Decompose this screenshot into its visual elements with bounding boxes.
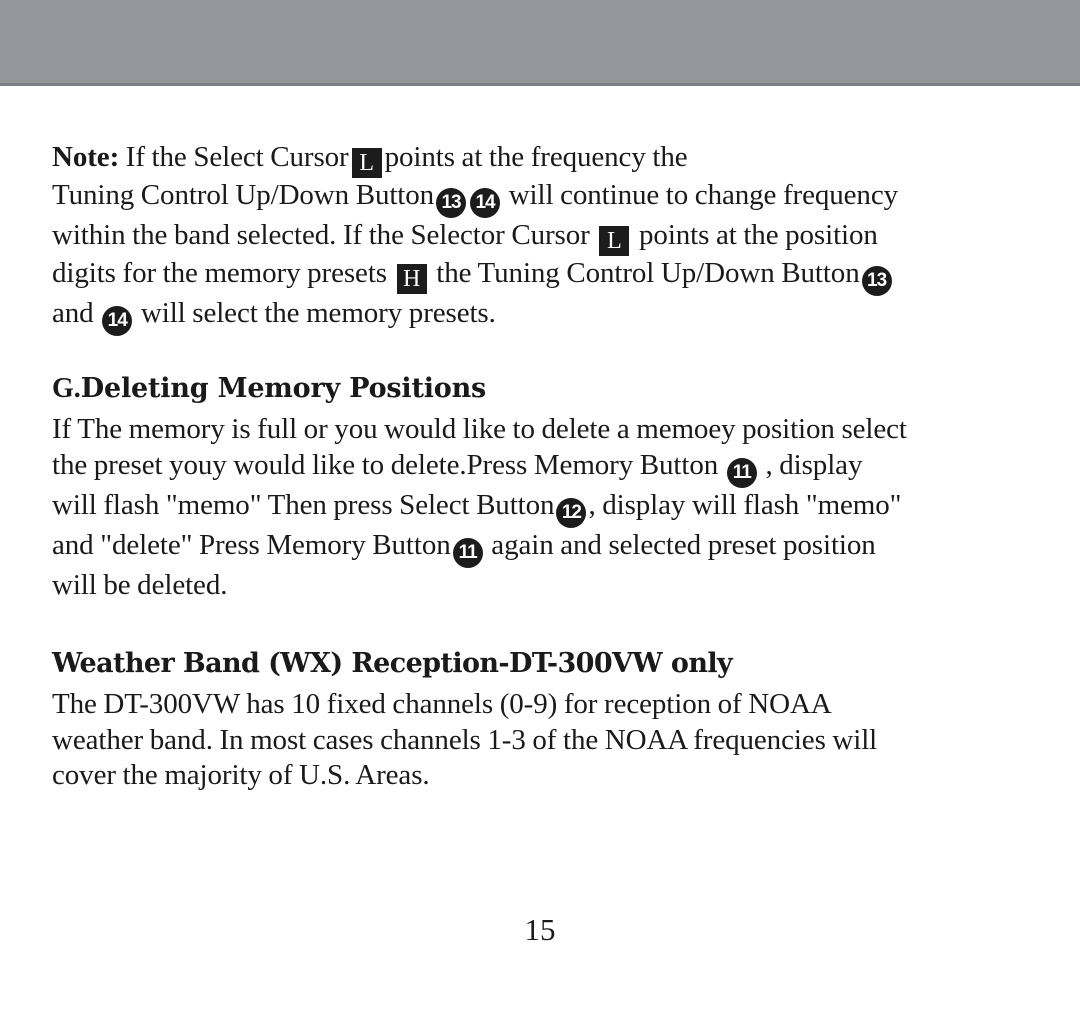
note-line-2-text-b: will continue to change frequency	[508, 179, 898, 211]
note-line-4: digits for the memory presets H the Tuni…	[52, 256, 1040, 296]
section-g-line-2-text-a: the preset youy would like to delete.Pre…	[52, 448, 719, 481]
badge-button-13-b: 13	[861, 266, 892, 296]
section-g-line-4: and "delete" Press Memory Button 11 again…	[52, 528, 1040, 568]
note-line-3-text-a: within the band selected. If the Selecto…	[52, 219, 590, 251]
section-g-line-3-text-a: will flash "memo" Then press Select Butt…	[52, 488, 555, 521]
page-header-band	[0, 0, 1080, 86]
badge-select-button-12: 12	[556, 497, 587, 528]
section-g-line-2: the preset youy would like to delete.Pre…	[52, 448, 1040, 488]
page-content: Note: If the Select Cursor Lpoints at the…	[0, 86, 1080, 1017]
note-label: Note:	[52, 141, 120, 173]
section-wx-line-2: weather band. In most cases channels 1-3…	[52, 723, 878, 756]
section-g-title: Deleting Memory Positions	[80, 373, 487, 404]
note-paragraph: Note: If the Select Cursor Lpoints at the…	[52, 140, 1040, 336]
note-line-1-text-a: If the Select Cursor	[125, 141, 349, 173]
note-line-5: and 14 will select the memory presets.	[52, 296, 1040, 336]
badge-memory-button-11-b: 11	[452, 537, 483, 568]
badge-memory-H: H	[396, 264, 427, 294]
note-line-3: within the band selected. If the Selecto…	[52, 218, 1040, 256]
note-line-5-text-a: and	[52, 297, 94, 329]
section-g-line-2-text-b: , display	[765, 448, 863, 481]
note-line-3-text-b: points at the position	[639, 219, 878, 251]
section-g-line-4-text-b: again and selected preset position	[491, 528, 876, 561]
note-line-5-text-b: will select the memory presets.	[140, 297, 496, 329]
badge-selector-cursor-L: L	[599, 226, 630, 256]
note-line-2: Tuning Control Up/Down Button 13 14 will c…	[52, 178, 1040, 218]
page-number: 15	[524, 912, 556, 947]
badge-memory-button-11: 11	[726, 457, 757, 488]
section-g-line-3-text-b: , display will flash "memo"	[588, 488, 902, 521]
badge-button-14: 14	[470, 188, 501, 218]
section-g-line-4-text-a: and "delete" Press Memory Button	[52, 528, 451, 561]
section-g-line-3: will flash "memo" Then press Select Butt…	[52, 488, 1040, 528]
section-wx-line-3: cover the majority of U.S. Areas.	[52, 759, 430, 791]
note-line-1: Note: If the Select Cursor Lpoints at the…	[52, 140, 1040, 178]
section-wx-heading: Weather Band (WX) Reception-DT-300VW onl…	[52, 648, 733, 679]
note-line-4-text-b: the Tuning Control Up/Down Button	[436, 257, 860, 289]
badge-button-13: 13	[436, 188, 467, 218]
badge-cursor-L: L	[351, 148, 382, 178]
section-wx-line-1: The DT-300VW has 10 fixed channels (0-9)…	[52, 688, 832, 720]
section-g-letter: G.	[52, 373, 81, 404]
note-line-2-text-a: Tuning Control Up/Down Button	[52, 179, 435, 211]
note-line-1-text-b: points at the frequency the	[384, 141, 688, 173]
note-line-4-text-a: digits for the memory presets	[52, 257, 387, 289]
section-g-line-5: will be deleted.	[52, 568, 228, 601]
section-wx-paragraph: The DT-300VW has 10 fixed channels (0-9)…	[52, 687, 1040, 794]
section-g-line-1: If The memory is full or you would like …	[52, 413, 907, 445]
badge-button-14-b: 14	[102, 306, 133, 336]
section-g-heading: G.Deleting Memory Positions	[52, 372, 1040, 406]
section-g-paragraph: If The memory is full or you would like …	[52, 412, 1040, 603]
